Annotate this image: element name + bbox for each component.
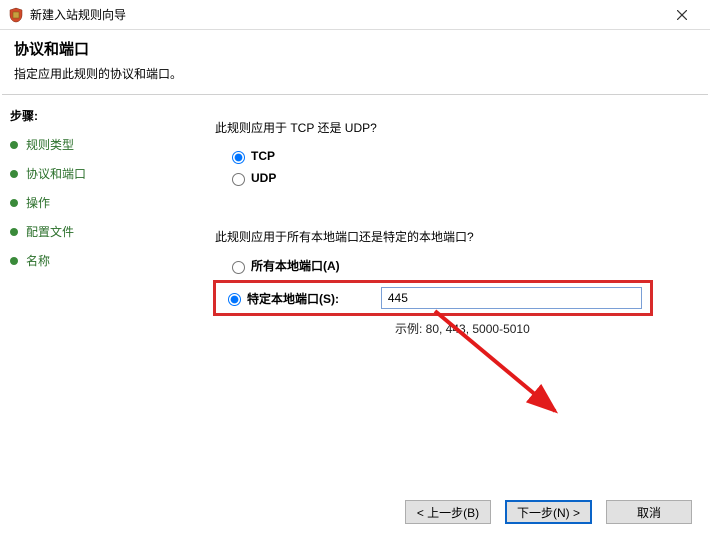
close-icon	[677, 10, 687, 20]
sidebar-item-label: 规则类型	[26, 136, 74, 153]
radio-all-ports[interactable]	[232, 261, 245, 274]
radio-row-tcp[interactable]: TCP	[227, 148, 690, 164]
footer-buttons: < 上一步(B) 下一步(N) > 取消	[405, 500, 692, 524]
bullet-icon	[10, 170, 18, 178]
cancel-button[interactable]: 取消	[606, 500, 692, 524]
main-pane: 此规则应用于 TCP 还是 UDP? TCP UDP 此规则应用于所有本地端口还…	[195, 101, 710, 501]
port-example: 示例: 80, 443, 5000-5010	[395, 320, 690, 337]
bullet-icon	[10, 199, 18, 207]
highlight-box: 特定本地端口(S):	[213, 280, 653, 316]
sidebar-item-action[interactable]: 操作	[10, 194, 185, 211]
radio-specific-ports-label: 特定本地端口(S):	[247, 290, 363, 307]
bullet-icon	[10, 228, 18, 236]
sidebar-item-name[interactable]: 名称	[10, 252, 185, 269]
page-subtitle: 指定应用此规则的协议和端口。	[14, 65, 696, 82]
app-icon	[8, 7, 24, 23]
next-button[interactable]: 下一步(N) >	[505, 500, 592, 524]
steps-label: 步骤:	[10, 107, 185, 124]
window-title: 新建入站规则向导	[30, 6, 662, 23]
question-protocol: 此规则应用于 TCP 还是 UDP?	[215, 119, 690, 136]
radio-all-ports-label: 所有本地端口(A)	[251, 257, 340, 274]
sidebar: 步骤: 规则类型 协议和端口 操作 配置文件 名称	[0, 101, 195, 501]
sidebar-item-label: 协议和端口	[26, 165, 86, 182]
radio-tcp[interactable]	[232, 151, 245, 164]
bullet-icon	[10, 141, 18, 149]
radio-udp-label: UDP	[251, 171, 276, 185]
radio-udp[interactable]	[232, 173, 245, 186]
back-button[interactable]: < 上一步(B)	[405, 500, 491, 524]
radio-row-all-ports[interactable]: 所有本地端口(A)	[227, 257, 690, 274]
radio-specific-ports[interactable]	[228, 293, 241, 306]
sidebar-item-rule-type[interactable]: 规则类型	[10, 136, 185, 153]
radio-tcp-label: TCP	[251, 149, 275, 163]
page-title: 协议和端口	[14, 38, 696, 59]
sidebar-item-protocol-port[interactable]: 协议和端口	[10, 165, 185, 182]
divider	[2, 94, 708, 95]
bullet-icon	[10, 257, 18, 265]
titlebar: 新建入站规则向导	[0, 0, 710, 30]
radio-row-udp[interactable]: UDP	[227, 170, 690, 186]
sidebar-item-profile[interactable]: 配置文件	[10, 223, 185, 240]
sidebar-item-label: 名称	[26, 252, 50, 269]
wizard-header: 协议和端口 指定应用此规则的协议和端口。	[0, 30, 710, 94]
close-button[interactable]	[662, 1, 702, 29]
port-input[interactable]	[381, 287, 642, 309]
sidebar-item-label: 配置文件	[26, 223, 74, 240]
question-ports: 此规则应用于所有本地端口还是特定的本地端口?	[215, 228, 690, 245]
sidebar-item-label: 操作	[26, 194, 50, 211]
